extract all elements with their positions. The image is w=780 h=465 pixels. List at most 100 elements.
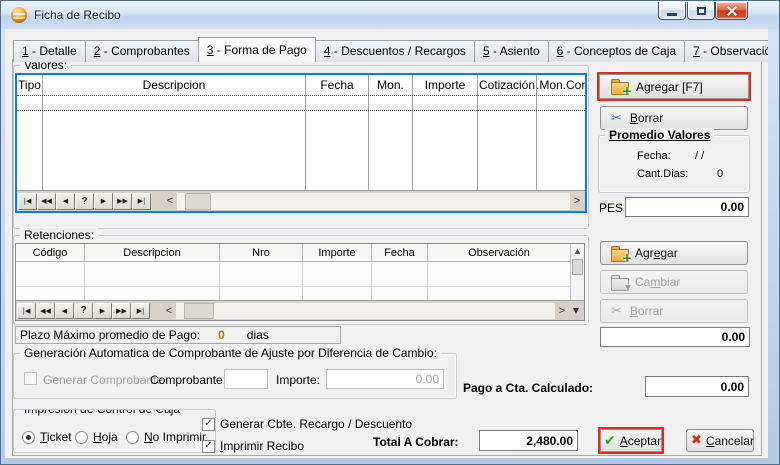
valores-col-fecha[interactable]: Fecha: [306, 75, 369, 190]
retenciones-vscroll-thumb[interactable]: [572, 259, 583, 275]
scroll-up-icon[interactable]: ▲: [571, 244, 584, 258]
promedio-fecha-value: / /: [695, 150, 704, 162]
valores-col-tipo[interactable]: Tipo: [17, 75, 43, 190]
tab-comprobantes[interactable]: 2 - Comprobantes: [85, 40, 199, 62]
valores-agregar-button[interactable]: + Agregar [F7]: [599, 74, 749, 99]
valores-hscroll-thumb[interactable]: [185, 193, 211, 210]
nav-prev-button[interactable]: ◀: [56, 193, 75, 210]
retenciones-agregar-label: Agregar: [635, 246, 678, 260]
imprimir-recibo-checkbox[interactable]: ✓: [202, 440, 215, 453]
retenciones-grid[interactable]: Código Descripcion Nro Importe Fecha Obs…: [15, 243, 585, 321]
tab-forma-de-pago[interactable]: 3 - Forma de Pago: [198, 37, 316, 62]
folder-add-icon: +: [611, 82, 627, 93]
comprobante-field[interactable]: [224, 369, 268, 389]
retenciones-col-codigo[interactable]: Código: [16, 244, 85, 261]
retenciones-hscroll-track[interactable]: [176, 303, 555, 319]
valores-hscroll-track[interactable]: [177, 193, 570, 210]
valores-navigator: |◀ ◀◀ ◀ ? ▶ ▶▶ ▶| < >: [17, 190, 585, 211]
imprimir-recibo-checkbox-item[interactable]: ✓ Imprimir Recibo: [202, 439, 304, 453]
valores-agregar-label: Agregar [F7]: [636, 80, 703, 94]
nav-fast-next-button[interactable]: ▶▶: [113, 193, 132, 210]
pes-currency-label: PES: [599, 201, 623, 215]
tab-conceptos-de-caja[interactable]: 6 - Conceptos de Caja: [548, 40, 685, 62]
nav-last-button[interactable]: ▶|: [131, 303, 150, 319]
radio-no-imprimir-circle[interactable]: [126, 431, 139, 444]
retenciones-cambiar-button[interactable]: ▼ Cambiar: [600, 270, 748, 294]
retenciones-total-field[interactable]: 0.00: [600, 327, 750, 347]
tab-detalle[interactable]: 1 - Detalle: [13, 40, 86, 62]
valores-grid[interactable]: Tipo Descripcion Fecha Mon. Importe Coti…: [15, 73, 587, 213]
retenciones-col-fecha[interactable]: Fecha: [372, 244, 428, 261]
radio-hoja-label: Hoja: [93, 430, 118, 444]
retenciones-hscroll-thumb[interactable]: [184, 303, 214, 319]
minimize-button[interactable]: [658, 2, 686, 20]
nav-fast-prev-button[interactable]: ◀◀: [37, 193, 56, 210]
retenciones-col-descripcion[interactable]: Descripcion: [85, 244, 220, 261]
generar-comprobante-checkbox[interactable]: [24, 372, 37, 385]
cancelar-button[interactable]: ✖ Cancelar: [686, 429, 754, 452]
pago-cta-field[interactable]: 0.00: [645, 376, 749, 397]
scroll-right-icon[interactable]: >: [555, 305, 569, 317]
nav-first-button[interactable]: |◀: [17, 303, 36, 319]
scroll-right-icon[interactable]: >: [570, 195, 584, 207]
radio-ticket[interactable]: Ticket: [22, 430, 72, 444]
dialog-window: Ficha de Recibo 1 - Detalle 2 - Comproba…: [0, 0, 780, 465]
scroll-left-icon[interactable]: <: [163, 195, 177, 207]
app-icon: [11, 7, 27, 23]
generar-cbte-checkbox-item[interactable]: ✓ Generar Cbte. Recargo / Descuento: [202, 417, 412, 431]
scroll-down-icon[interactable]: ▼: [569, 306, 583, 315]
retenciones-agregar-button[interactable]: + Agregar: [600, 241, 748, 265]
close-button[interactable]: [715, 2, 748, 20]
nav-fast-next-button[interactable]: ▶▶: [112, 303, 131, 319]
generar-cbte-checkbox[interactable]: ✓: [202, 418, 215, 431]
valores-borrar-button[interactable]: ✂ Borrar: [600, 106, 748, 130]
retenciones-vscrollbar[interactable]: ▲: [570, 244, 584, 300]
valores-col-imoncorr[interactable]: I.Mon.Corr: [537, 75, 585, 190]
nav-first-button[interactable]: |◀: [18, 193, 37, 210]
total-a-cobrar-field[interactable]: 2,480.00: [479, 430, 578, 451]
nav-search-button[interactable]: ?: [75, 193, 94, 210]
valores-grid-columns: Tipo Descripcion Fecha Mon. Importe Coti…: [17, 75, 585, 190]
radio-hoja-circle[interactable]: [75, 431, 88, 444]
radio-hoja[interactable]: Hoja: [75, 430, 118, 444]
retenciones-col-observacion[interactable]: Observación: [428, 244, 570, 261]
scroll-left-icon[interactable]: <: [162, 305, 176, 317]
nav-prev-button[interactable]: ◀: [55, 303, 74, 319]
valores-col-cotizacion[interactable]: Cotización: [478, 75, 537, 190]
dialog-content: 1 - Detalle 2 - Comprobantes 3 - Forma d…: [5, 29, 768, 458]
plazo-value: 0: [218, 328, 225, 342]
aceptar-highlight: ✔ Aceptar: [598, 427, 664, 454]
valores-hscrollbar[interactable]: < >: [163, 193, 584, 210]
radio-no-imprimir[interactable]: No Imprimir: [126, 430, 206, 444]
promedio-cant-dias-value: 0: [717, 168, 723, 180]
tab-descuentos-recargos[interactable]: 4 - Descuentos / Recargos: [315, 40, 475, 62]
window-title: Ficha de Recibo: [34, 8, 121, 22]
valores-col-mon[interactable]: Mon.: [369, 75, 413, 190]
nav-fast-prev-button[interactable]: ◀◀: [36, 303, 55, 319]
nav-next-button[interactable]: ▶: [93, 303, 112, 319]
retenciones-borrar-button[interactable]: ✂ Borrar: [600, 299, 748, 323]
nav-last-button[interactable]: ▶|: [132, 193, 151, 210]
nav-next-button[interactable]: ▶: [94, 193, 113, 210]
importe-field[interactable]: 0.00: [326, 369, 444, 389]
generar-cbte-label: Generar Cbte. Recargo / Descuento: [220, 417, 412, 431]
retenciones-col-importe[interactable]: Importe: [303, 244, 372, 261]
x-icon: ✖: [691, 433, 702, 448]
valores-col-descripcion[interactable]: Descripcion: [43, 75, 306, 190]
retenciones-hscrollbar[interactable]: < > ▼: [162, 303, 583, 319]
tab-observacion[interactable]: 7 - Observación: [684, 40, 768, 62]
tab-asiento[interactable]: 5 - Asiento: [474, 40, 549, 62]
radio-no-imprimir-label: No Imprimir: [144, 430, 206, 444]
aceptar-button[interactable]: ✔ Aceptar: [600, 429, 662, 452]
plazo-label: Plazo Máximo promedio de Pago:: [20, 328, 200, 342]
promedio-fecha-label: Fecha:: [637, 150, 671, 162]
nav-search-button[interactable]: ?: [74, 303, 93, 319]
folder-change-icon: ▼: [611, 278, 627, 289]
retenciones-body[interactable]: [16, 262, 570, 300]
valores-col-importe[interactable]: Importe: [413, 75, 478, 190]
radio-ticket-circle[interactable]: [22, 431, 35, 444]
pes-amount-field[interactable]: 0.00: [625, 197, 749, 217]
plazo-unit: dias: [247, 328, 269, 342]
restore-button[interactable]: [687, 2, 715, 20]
retenciones-col-nro[interactable]: Nro: [220, 244, 303, 261]
